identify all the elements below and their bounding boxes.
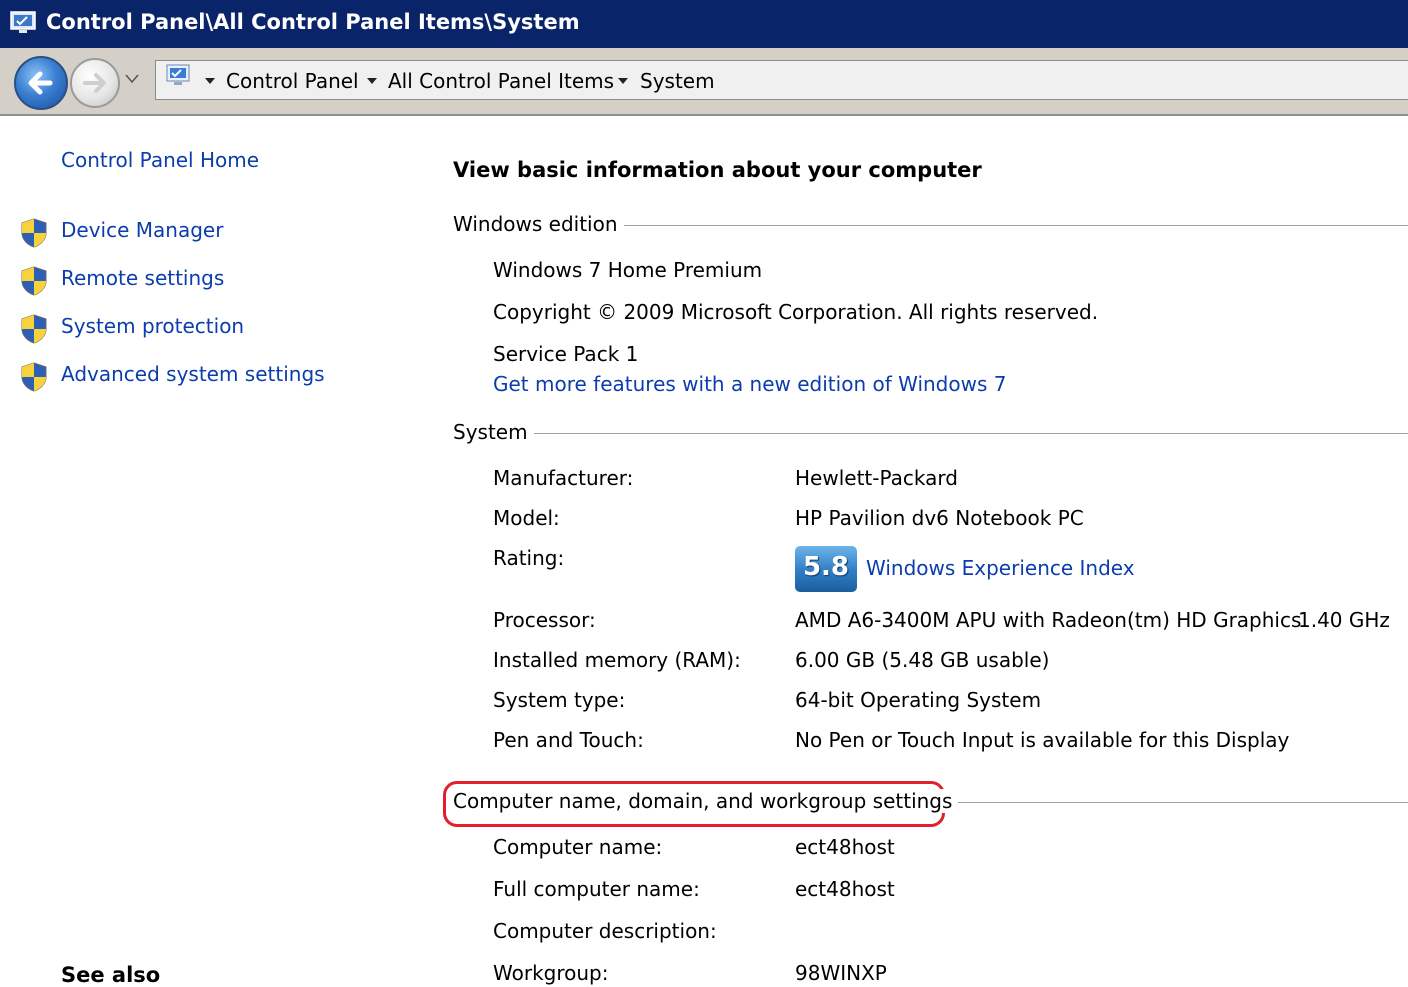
system-type-value: 64-bit Operating System xyxy=(795,688,1042,712)
section-title-windows-edition: Windows edition xyxy=(453,212,624,236)
windows-experience-index-link[interactable]: Windows Experience Index xyxy=(866,556,1135,580)
section-title-computer-name: Computer name, domain, and workgroup set… xyxy=(453,789,959,813)
processor-label: Processor: xyxy=(493,608,596,632)
crumb-arrow-icon[interactable] xyxy=(205,78,215,84)
forward-arrow-icon xyxy=(83,73,106,93)
workgroup-label: Workgroup: xyxy=(493,961,609,985)
memory-label: Installed memory (RAM): xyxy=(493,648,741,672)
uac-shield-icon xyxy=(21,266,47,296)
experience-index-score: 5.8 xyxy=(802,552,850,582)
model-label: Model: xyxy=(493,506,560,530)
section-divider xyxy=(453,433,1408,434)
uac-shield-icon xyxy=(21,314,47,344)
breadcrumb-system[interactable]: System xyxy=(640,69,715,93)
forward-button[interactable] xyxy=(70,58,120,108)
processor-value: AMD A6-3400M APU with Radeon(tm) HD Grap… xyxy=(795,608,1302,632)
pen-touch-label: Pen and Touch: xyxy=(493,728,644,752)
control-panel-system-icon xyxy=(10,11,36,33)
rating-label: Rating: xyxy=(493,546,565,570)
processor-speed: 1.40 GHz xyxy=(1298,608,1390,632)
section-title-system: System xyxy=(453,420,534,444)
address-bar-divider xyxy=(0,114,1408,116)
computer-icon xyxy=(166,64,190,85)
system-type-label: System type: xyxy=(493,688,626,712)
advanced-system-settings-link[interactable]: Advanced system settings xyxy=(61,362,325,386)
navigation-bar: Control Panel All Control Panel Items Sy… xyxy=(0,48,1408,114)
see-also-heading: See also xyxy=(61,963,161,987)
title-bar: Control Panel\All Control Panel Items\Sy… xyxy=(0,0,1408,48)
full-computer-name-value: ect48host xyxy=(795,877,895,901)
page-title: View basic information about your comput… xyxy=(453,158,982,182)
manufacturer-value: Hewlett-Packard xyxy=(795,466,958,490)
breadcrumb-control-panel[interactable]: Control Panel xyxy=(226,69,359,93)
remote-settings-link[interactable]: Remote settings xyxy=(61,266,224,290)
computer-name-label: Computer name: xyxy=(493,835,663,859)
experience-index-score-badge[interactable]: 5.8 xyxy=(795,546,857,592)
service-pack-text: Service Pack 1 xyxy=(493,342,639,366)
control-panel-home-link[interactable]: Control Panel Home xyxy=(61,148,259,172)
crumb-arrow-icon[interactable] xyxy=(618,78,628,84)
system-protection-link[interactable]: System protection xyxy=(61,314,244,338)
crumb-arrow-icon[interactable] xyxy=(367,78,377,84)
model-value: HP Pavilion dv6 Notebook PC xyxy=(795,506,1084,530)
device-manager-link[interactable]: Device Manager xyxy=(61,218,223,242)
uac-shield-icon xyxy=(21,362,47,392)
windows-edition-name: Windows 7 Home Premium xyxy=(493,258,763,282)
full-computer-name-label: Full computer name: xyxy=(493,877,700,901)
recent-pages-dropdown-icon[interactable] xyxy=(124,70,140,86)
window-title: Control Panel\All Control Panel Items\Sy… xyxy=(46,10,580,34)
uac-shield-icon xyxy=(21,218,47,248)
upgrade-edition-link[interactable]: Get more features with a new edition of … xyxy=(493,372,1006,396)
back-arrow-icon xyxy=(28,71,53,95)
computer-name-value: ect48host xyxy=(795,835,895,859)
back-button[interactable] xyxy=(14,56,68,110)
pen-touch-value: No Pen or Touch Input is available for t… xyxy=(795,728,1290,752)
manufacturer-label: Manufacturer: xyxy=(493,466,634,490)
breadcrumb-all-items[interactable]: All Control Panel Items xyxy=(388,69,614,93)
memory-value: 6.00 GB (5.48 GB usable) xyxy=(795,648,1050,672)
workgroup-value: 98WINXP xyxy=(795,961,887,985)
computer-description-label: Computer description: xyxy=(493,919,717,943)
copyright-text: Copyright © 2009 Microsoft Corporation. … xyxy=(493,300,1099,324)
